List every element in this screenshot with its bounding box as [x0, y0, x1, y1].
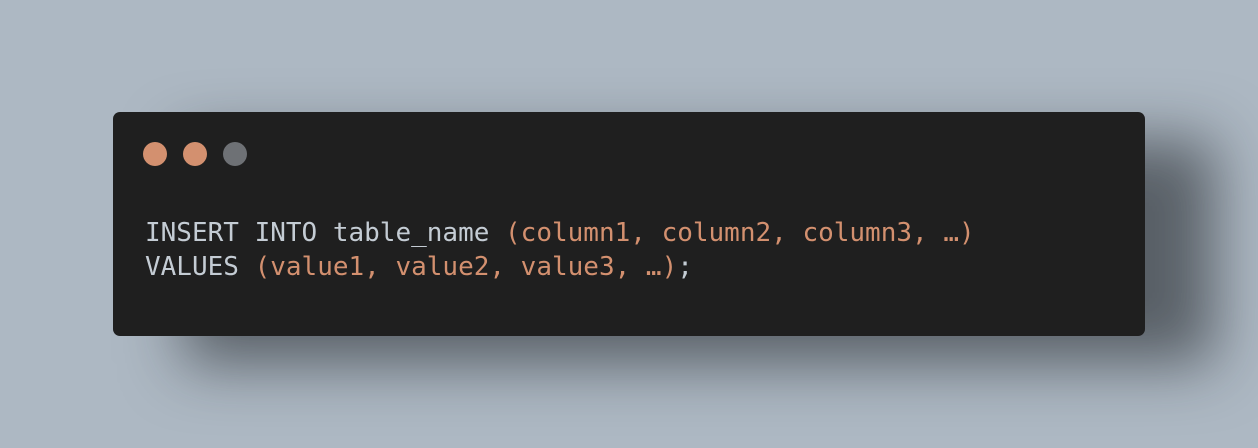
code-line-1: INSERT INTO table_name (column1, column2…: [145, 216, 975, 250]
minimize-dot-icon[interactable]: [183, 142, 207, 166]
code-keyword: INSERT INTO table_name: [145, 218, 506, 248]
code-window: INSERT INTO table_name (column1, column2…: [113, 112, 1145, 336]
maximize-dot-icon[interactable]: [223, 142, 247, 166]
code-args: (value1, value2, value3, …): [254, 252, 678, 282]
code-terminator: ;: [677, 252, 693, 282]
code-args: (column1, column2, column3, …): [505, 218, 975, 248]
window-controls: [143, 142, 247, 166]
code-keyword: VALUES: [145, 252, 255, 282]
code-line-2: VALUES (value1, value2, value3, …);: [145, 250, 975, 284]
close-dot-icon[interactable]: [143, 142, 167, 166]
code-block: INSERT INTO table_name (column1, column2…: [145, 216, 975, 284]
